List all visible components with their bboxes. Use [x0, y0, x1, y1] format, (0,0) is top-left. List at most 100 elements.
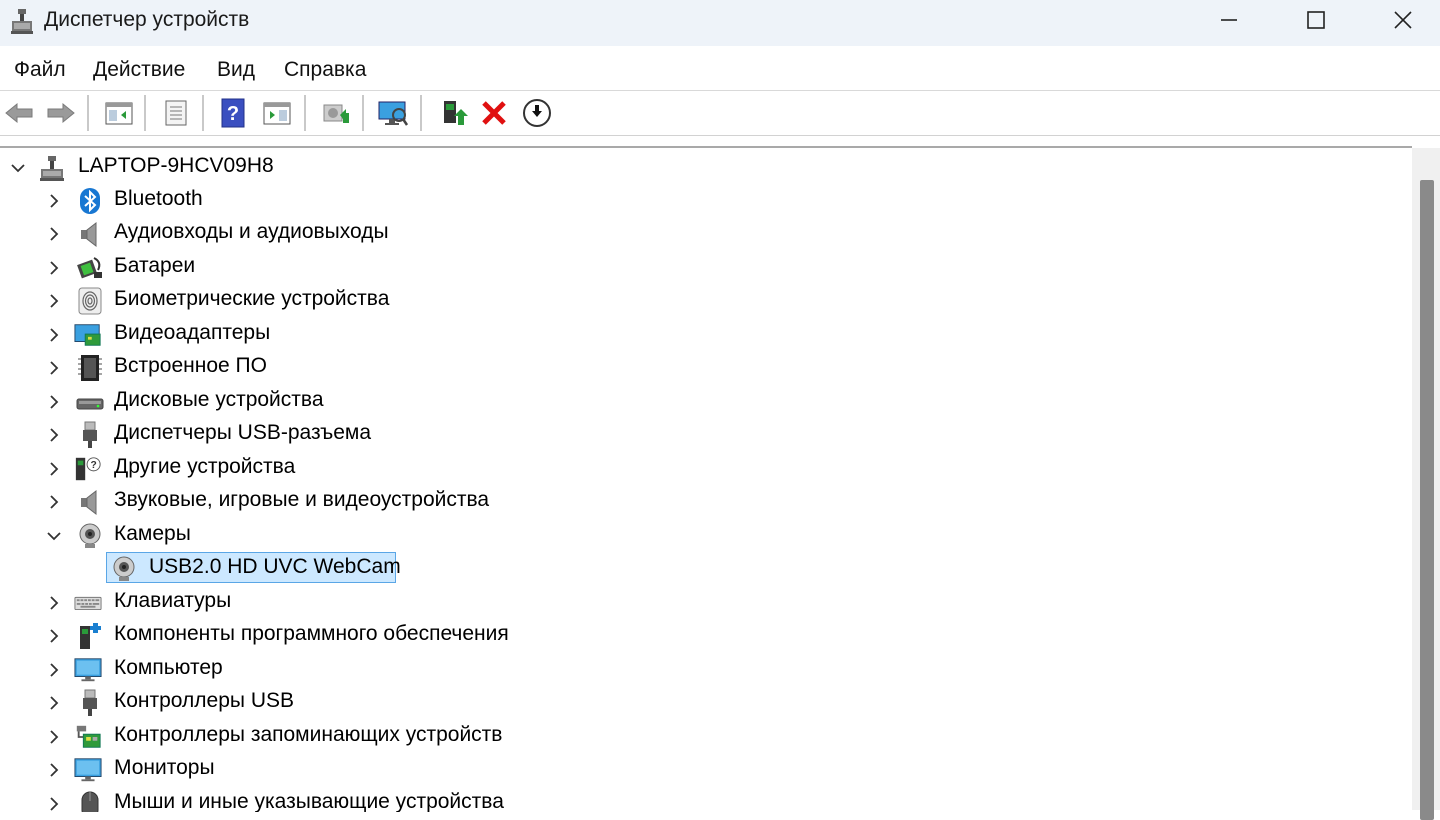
tree-item-firmware[interactable]: Встроенное ПО — [0, 351, 1400, 384]
uninstall-device-button[interactable] — [477, 96, 511, 130]
chevron-down-icon[interactable] — [9, 159, 27, 177]
back-arrow-icon — [5, 102, 33, 124]
tree-item-software-components[interactable]: Компоненты программного обеспечения — [0, 619, 1400, 652]
tree-item-label: Другие устройства — [114, 455, 296, 478]
scan-hardware-icon — [378, 101, 409, 126]
chevron-right-icon[interactable] — [45, 326, 63, 344]
device-manager-app-icon — [11, 9, 33, 34]
disk-drive-icon — [76, 398, 104, 410]
toolbar-separator — [304, 95, 306, 131]
chevron-right-icon[interactable] — [45, 594, 63, 612]
svg-text:?: ? — [227, 103, 239, 125]
chevron-right-icon[interactable] — [45, 694, 63, 712]
toolbar-separator — [420, 95, 422, 131]
tree-item-monitors[interactable]: Мониторы — [0, 753, 1400, 786]
display-adapter-icon — [74, 324, 101, 346]
chevron-right-icon[interactable] — [45, 225, 63, 243]
tree-item-batteries[interactable]: Батареи — [0, 251, 1400, 284]
toolbar-separator — [202, 95, 204, 131]
chevron-right-icon[interactable] — [45, 661, 63, 679]
uninstall-device-icon — [482, 101, 506, 125]
minimize-icon — [1221, 19, 1237, 21]
disable-device-icon — [523, 99, 551, 127]
fingerprint-icon — [78, 287, 102, 315]
tree-item-label: Биометрические устройства — [114, 287, 390, 310]
keyboard-icon — [74, 596, 102, 610]
update-driver-icon — [323, 104, 349, 123]
chevron-right-icon[interactable] — [45, 292, 63, 310]
menu-bar: Файл Действие Вид Справка — [0, 48, 1440, 91]
action-pane-button[interactable] — [260, 96, 294, 130]
speaker-icon — [81, 489, 97, 516]
tree-item-storage-controllers[interactable]: Контроллеры запоминающих устройств — [0, 720, 1400, 753]
tree-item-usb-connector-managers[interactable]: Диспетчеры USB-разъема — [0, 418, 1400, 451]
tree-item-biometric[interactable]: Биометрические устройства — [0, 284, 1400, 317]
chevron-right-icon[interactable] — [45, 359, 63, 377]
tree-item-sound-video-game[interactable]: Звуковые, игровые и видеоустройства — [0, 485, 1400, 518]
maximize-icon — [1307, 11, 1325, 29]
tree-item-label: Мыши и иные указывающие устройства — [114, 790, 504, 812]
show-hide-console-tree-icon — [105, 102, 133, 125]
disable-device-button[interactable] — [520, 96, 554, 130]
chevron-right-icon[interactable] — [45, 627, 63, 645]
tree-item-usb-controllers[interactable]: Контроллеры USB — [0, 686, 1400, 719]
chevron-right-icon[interactable] — [45, 192, 63, 210]
tree-item-disk-drives[interactable]: Дисковые устройства — [0, 385, 1400, 418]
console-tree-button[interactable] — [102, 96, 136, 130]
window-title: Диспетчер устройств — [44, 8, 250, 31]
tree-item-audio-io[interactable]: Аудиовходы и аудиовыходы — [0, 217, 1400, 250]
chevron-right-icon[interactable] — [45, 259, 63, 277]
tree-item-video-adapters[interactable]: Видеоадаптеры — [0, 318, 1400, 351]
tree-item-label: Встроенное ПО — [114, 354, 267, 377]
tree-item-label: Bluetooth — [114, 187, 203, 210]
chevron-right-icon[interactable] — [45, 426, 63, 444]
tree-item-keyboards[interactable]: Клавиатуры — [0, 586, 1400, 619]
tree-item-label: Мониторы — [114, 756, 215, 779]
chevron-right-icon[interactable] — [45, 795, 63, 812]
tree-item-label: Аудиовходы и аудиовыходы — [114, 220, 389, 243]
chevron-right-icon[interactable] — [45, 460, 63, 478]
speaker-icon — [81, 221, 97, 248]
tree-item-label: Компьютер — [114, 656, 223, 679]
vertical-scrollbar[interactable] — [1412, 148, 1440, 820]
update-driver-button[interactable] — [318, 96, 352, 130]
camera-icon — [79, 523, 101, 548]
tree-item-label: Контроллеры запоминающих устройств — [114, 723, 503, 746]
chevron-right-icon[interactable] — [45, 493, 63, 511]
device-tree: LAPTOP-9HCV09H8 Bluetooth Аудиовходы и а… — [0, 146, 1412, 812]
menu-file[interactable]: Файл — [14, 58, 66, 82]
software-component-icon — [80, 623, 101, 649]
tree-item-other-devices[interactable]: ? Другие устройства — [0, 452, 1400, 485]
chevron-down-icon[interactable] — [45, 527, 63, 545]
forward-arrow-icon — [47, 102, 75, 124]
tree-item-cameras[interactable]: Камеры — [0, 519, 1400, 552]
menu-action[interactable]: Действие — [93, 58, 185, 82]
chevron-right-icon[interactable] — [45, 728, 63, 746]
tree-item-mice[interactable]: Мыши и иные указывающие устройства — [0, 787, 1400, 812]
menu-help[interactable]: Справка — [284, 58, 366, 82]
scan-hardware-button[interactable] — [376, 96, 410, 130]
tree-item-label: USB2.0 HD UVC WebCam — [149, 555, 401, 578]
forward-button[interactable] — [44, 96, 78, 130]
toolbar-separator — [362, 95, 364, 131]
tree-item-webcam[interactable]: USB2.0 HD UVC WebCam — [0, 552, 1400, 585]
chevron-right-icon[interactable] — [45, 393, 63, 411]
scrollbar-thumb[interactable] — [1420, 180, 1434, 820]
chevron-right-icon[interactable] — [45, 761, 63, 779]
help-button[interactable]: ? — [216, 96, 250, 130]
back-button[interactable] — [2, 96, 36, 130]
properties-button[interactable] — [159, 96, 193, 130]
enable-device-button[interactable] — [436, 96, 470, 130]
enable-device-icon — [444, 101, 468, 125]
maximize-button[interactable] — [1273, 0, 1359, 40]
tree-item-computer[interactable]: Компьютер — [0, 653, 1400, 686]
title-bar: Диспетчер устройств — [0, 0, 1440, 46]
close-button[interactable] — [1360, 0, 1440, 40]
minimize-button[interactable] — [1186, 0, 1272, 40]
tree-root[interactable]: LAPTOP-9HCV09H8 — [0, 151, 1400, 184]
menu-view[interactable]: Вид — [217, 58, 255, 82]
tree-item-label: Диспетчеры USB-разъема — [114, 421, 372, 444]
usb-controller-icon — [83, 689, 97, 716]
tree-item-bluetooth[interactable]: Bluetooth — [0, 184, 1400, 217]
usb-connector-icon — [83, 421, 97, 448]
